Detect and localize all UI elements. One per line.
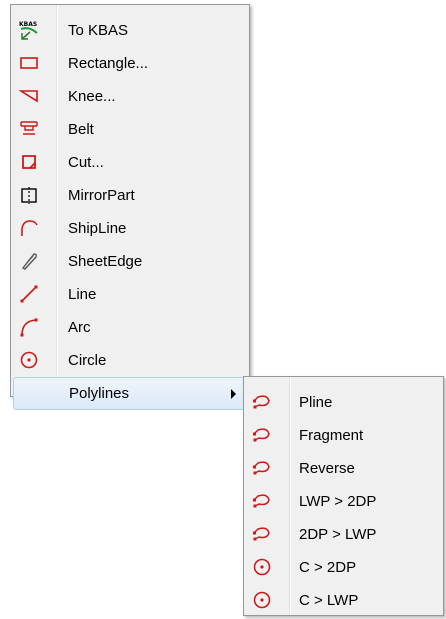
cut-icon [19,152,39,172]
polyline-icon [252,392,272,412]
submenu-item-c-to-lwp[interactable]: C > LWP [244,584,443,617]
menu-item-label: Cut... [68,154,104,171]
arc-icon [19,317,39,337]
menu-item-ship-line[interactable]: ShipLine [11,212,249,245]
polyline-icon [252,491,272,511]
circle-icon [252,557,272,577]
menu-item-sheet-edge[interactable]: SheetEdge [11,245,249,278]
circle-icon [252,590,272,610]
menu-item-label: Knee... [68,88,116,105]
kbas-icon-text: KBAS [19,21,37,28]
menu-item-arc[interactable]: Arc [11,311,249,344]
menu-item-label: Reverse [299,460,355,477]
menu-item-line[interactable]: Line [11,278,249,311]
menu-item-to-kbas[interactable]: KBAS To KBAS [11,14,249,47]
menu-item-label: LWP > 2DP [299,493,377,510]
menu-item-label: ShipLine [68,220,127,237]
menu-item-label: C > LWP [299,592,359,609]
menu-item-label: C > 2DP [299,559,357,576]
belt-icon [19,119,39,139]
circle-icon [19,350,39,370]
mirror-part-icon [19,185,39,205]
menu-item-mirror-part[interactable]: MirrorPart [11,179,249,212]
rectangle-icon [19,53,39,73]
knee-icon [19,86,39,106]
submenu-item-pline[interactable]: Pline [244,386,443,419]
menu-item-label: Circle [68,352,107,369]
submenu-item-fragment[interactable]: Fragment [244,419,443,452]
submenu-item-reverse[interactable]: Reverse [244,452,443,485]
menu-item-rectangle[interactable]: Rectangle... [11,47,249,80]
line-icon [19,284,39,304]
menu-item-label: Fragment [299,427,364,444]
menu-item-knee[interactable]: Knee... [11,80,249,113]
submenu-item-lwp-to-2dp[interactable]: LWP > 2DP [244,485,443,518]
kbas-arrow-icon: KBAS [19,20,39,40]
menu-item-label: MirrorPart [68,187,135,204]
ship-line-icon [19,218,39,238]
menu-item-polylines[interactable]: Polylines [13,377,247,410]
polyline-icon [252,458,272,478]
menu-item-belt[interactable]: Belt [11,113,249,146]
sheet-edge-icon [19,251,39,271]
menu-item-label: Rectangle... [68,55,149,72]
menu-item-label: Arc [68,319,91,336]
menu-item-label: Pline [299,394,333,411]
menu-item-cut[interactable]: Cut... [11,146,249,179]
menu-item-label: To KBAS [68,22,129,39]
context-menu: KBAS To KBAS Rectangle... Knee... Belt C… [10,4,250,410]
submenu-item-c-to-2dp[interactable]: C > 2DP [244,551,443,584]
menu-item-circle[interactable]: Circle [11,344,249,377]
submenu-item-2dp-to-lwp[interactable]: 2DP > LWP [244,518,443,551]
submenu-arrow-icon [231,389,236,399]
polylines-submenu: Pline Fragment Reverse LWP > 2DP 2DP > L… [243,376,444,616]
menu-item-label: 2DP > LWP [299,526,377,543]
menu-item-label: Line [68,286,97,303]
menu-item-label: Polylines [69,385,130,402]
menu-item-label: SheetEdge [68,253,143,270]
polyline-icon [252,425,272,445]
polyline-icon [252,524,272,544]
menu-item-label: Belt [68,121,94,138]
